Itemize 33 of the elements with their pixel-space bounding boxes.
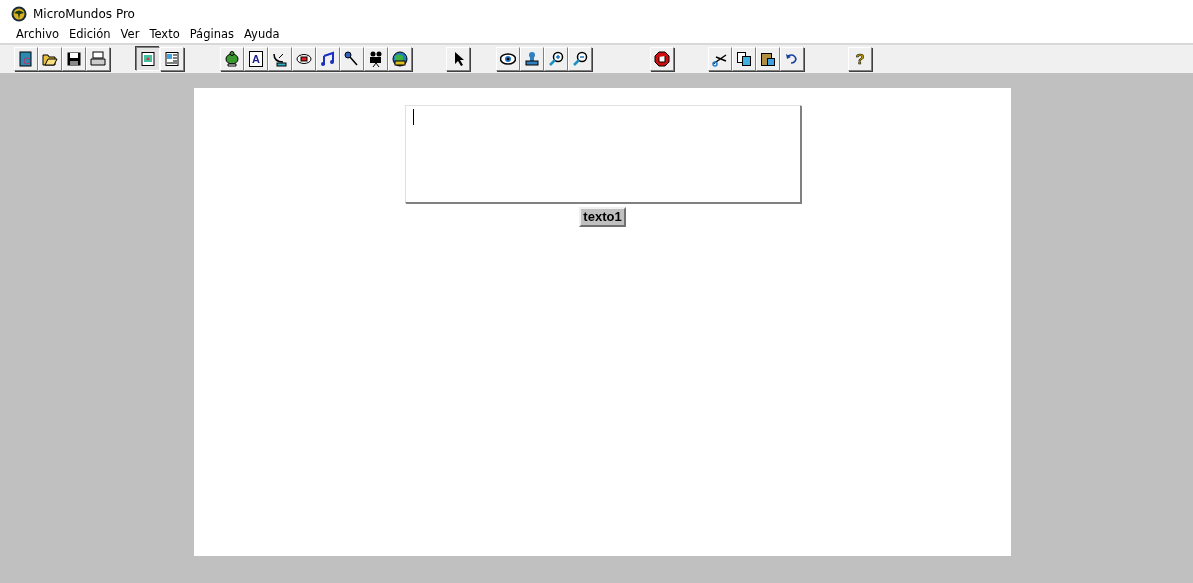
scissors-icon xyxy=(712,51,728,67)
menu-item[interactable]: Archivo xyxy=(16,27,59,41)
copy-icon xyxy=(736,51,752,67)
folder-icon xyxy=(42,51,58,67)
music-note-icon xyxy=(320,51,336,67)
globe-icon xyxy=(392,51,408,67)
window-title: MicroMundos Pro xyxy=(33,7,135,21)
text-cursor xyxy=(412,109,414,125)
text-page-icon xyxy=(164,51,180,67)
undo-icon xyxy=(784,51,800,67)
menu-item[interactable]: Texto xyxy=(149,27,180,41)
toolbar-button[interactable]: A xyxy=(244,47,268,71)
new-page-icon xyxy=(18,51,34,67)
page-view-icon xyxy=(140,51,156,67)
turtle-icon xyxy=(224,51,240,67)
menu-item[interactable]: Ayuda xyxy=(244,27,280,41)
zoom-out-icon xyxy=(572,51,588,67)
zoom-in-icon xyxy=(548,51,564,67)
toolbar-button[interactable] xyxy=(136,47,160,71)
paste-icon xyxy=(760,51,776,67)
stamp-icon xyxy=(524,51,540,67)
eye-icon xyxy=(500,51,516,67)
text-box-name-tag: texto1 xyxy=(579,207,626,227)
button-tool-icon xyxy=(296,51,312,67)
toolbar-button[interactable]: ? xyxy=(848,47,872,71)
movie-camera-icon xyxy=(368,51,384,67)
menu-item[interactable]: Páginas xyxy=(189,27,234,41)
microphone-icon xyxy=(344,51,360,67)
app-logo-icon xyxy=(11,6,27,22)
menu-item[interactable]: Edición xyxy=(69,27,111,41)
menu-item[interactable]: Ver xyxy=(120,27,140,41)
printer-icon xyxy=(90,51,106,67)
dish-icon xyxy=(272,51,288,67)
